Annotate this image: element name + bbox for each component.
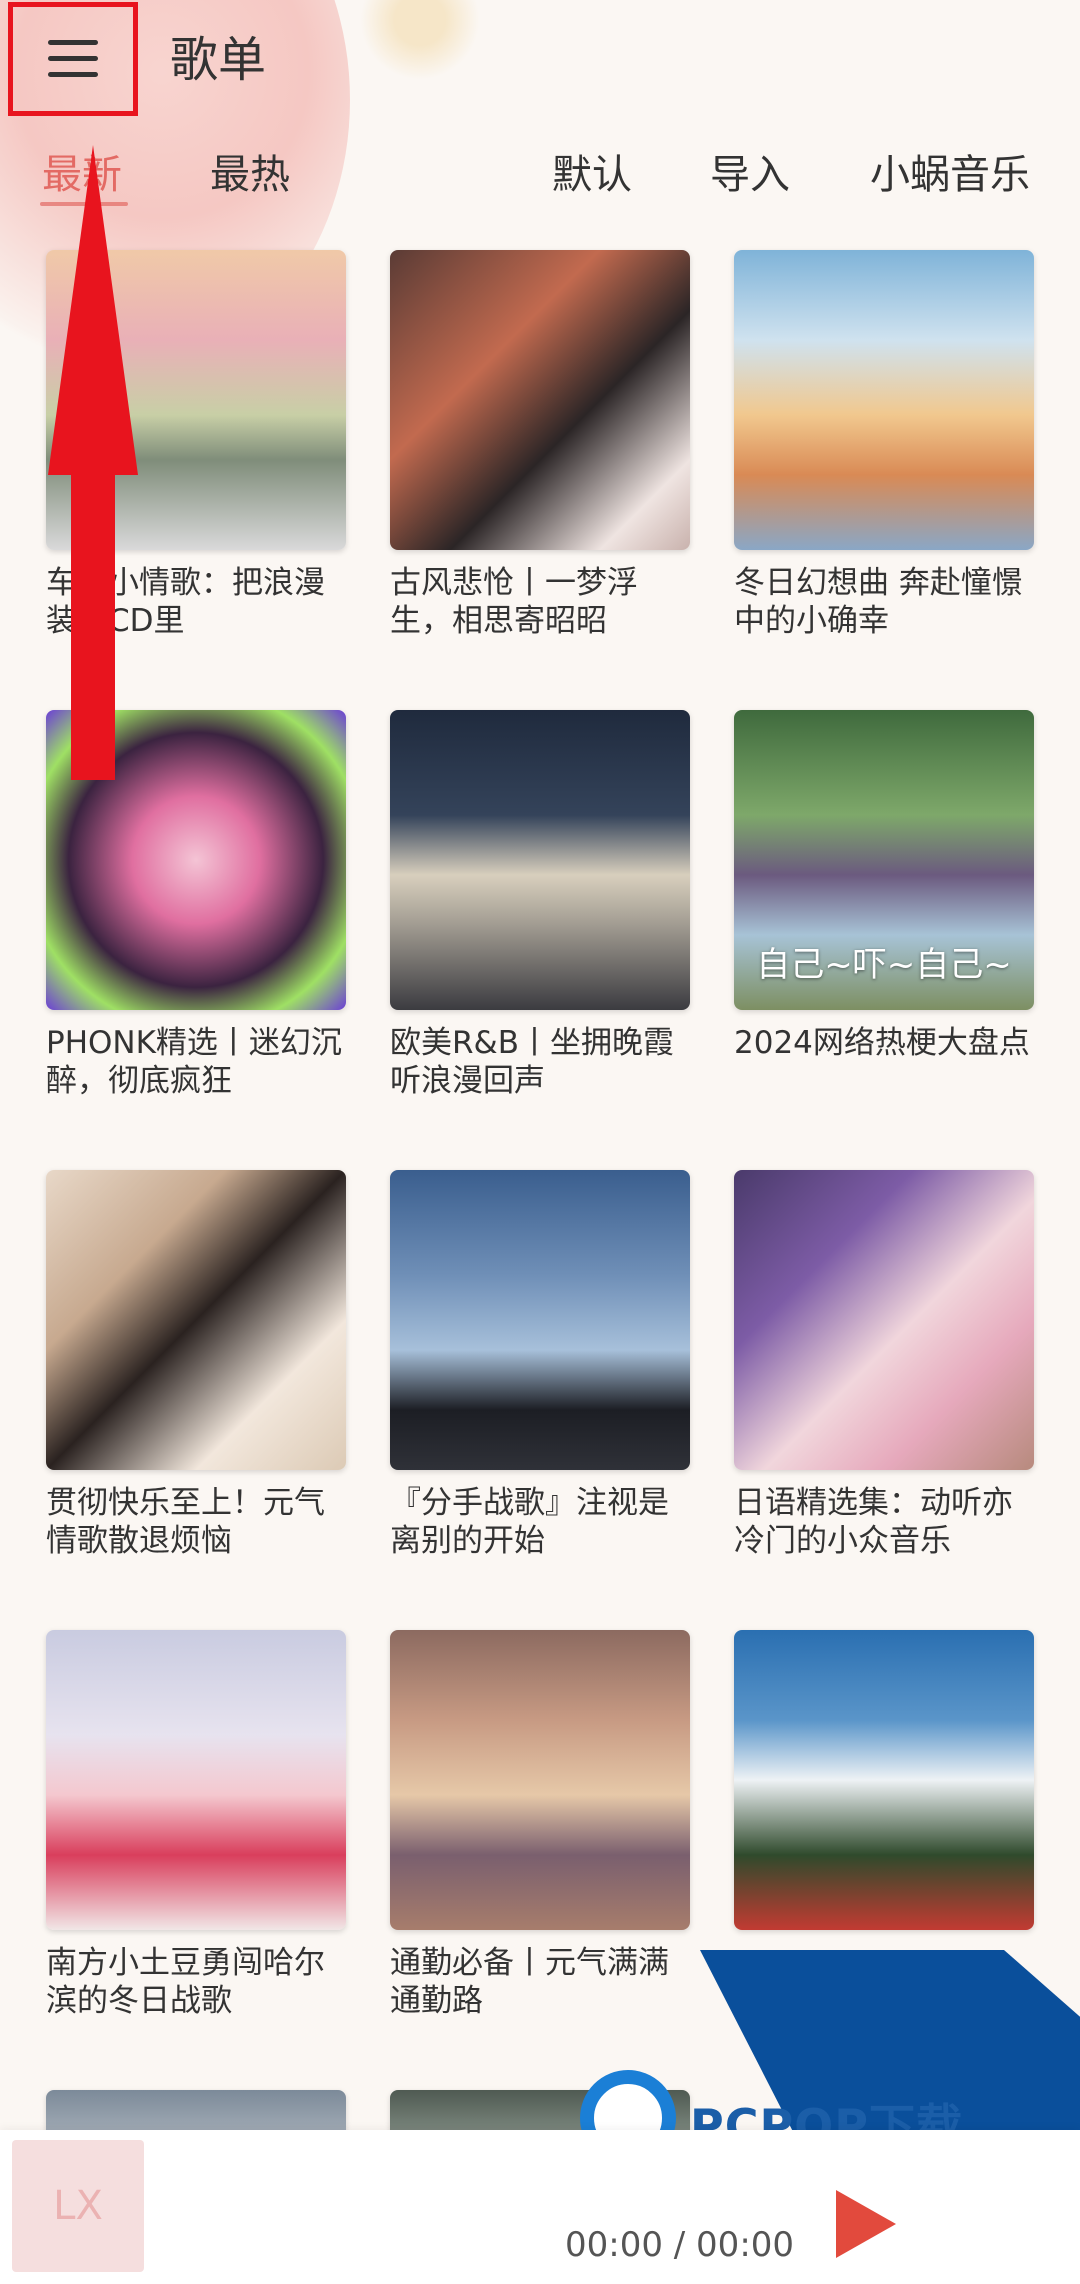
- playlist-title: 『分手战歌』注视是离别的开始: [390, 1485, 669, 1559]
- playlist-title: 日语精选集：动听亦冷门的小众音乐: [734, 1485, 1013, 1559]
- playlist-cover: [46, 1630, 346, 1930]
- cover-caption: 自己~吓~自己~: [756, 945, 1012, 985]
- playlist-cover: [734, 250, 1034, 550]
- playlist-card[interactable]: 通勤必备丨元气满满通勤路: [390, 1630, 690, 2020]
- playlist-title: 通勤必备丨元气满满通勤路: [390, 1945, 669, 2019]
- playlist-title: 冬日幻想曲 奔赴憧憬中的小确幸: [734, 565, 1023, 639]
- page-title: 歌单: [170, 32, 267, 88]
- playlist-card[interactable]: 古风悲怆丨一梦浮生，相思寄昭昭: [390, 250, 690, 640]
- playlist-title: 2024网络热梗大盘点: [734, 1025, 1030, 1061]
- source-selector[interactable]: 小蜗音乐: [870, 142, 1030, 200]
- playlist-card[interactable]: 自己~吓~自己~ 2024网络热梗大盘点: [734, 710, 1034, 1062]
- playlist-cover: [390, 1170, 690, 1470]
- playlist-cover: [390, 250, 690, 550]
- sort-default-button[interactable]: 默认: [552, 142, 632, 200]
- playlist-title: PHONK精选丨迷幻沉醉，彻底疯狂: [46, 1025, 342, 1099]
- playlist-card[interactable]: 冬日幻想曲 奔赴憧憬中的小确幸: [734, 250, 1034, 640]
- playlist-cover: [734, 1630, 1034, 1930]
- playlist-title: 欧美R&B丨坐拥晚霞听浪漫回声: [390, 1025, 674, 1099]
- playlist-title: 南方小土豆勇闯哈尔滨的冬日战歌: [46, 1945, 325, 2019]
- playlist-card[interactable]: 日语精选集：动听亦冷门的小众音乐: [734, 1170, 1034, 1560]
- header: 歌单: [0, 0, 1080, 125]
- tab-hottest[interactable]: 最热: [210, 142, 290, 200]
- playback-time: 00:00 / 00:00: [565, 2225, 795, 2265]
- playlist-card[interactable]: [734, 1630, 1034, 1944]
- playlist-card[interactable]: 欧美R&B丨坐拥晚霞听浪漫回声: [390, 710, 690, 1100]
- player-cover[interactable]: LX: [12, 2140, 144, 2272]
- menu-button[interactable]: [8, 2, 138, 116]
- playlist-cover: [46, 1170, 346, 1470]
- playlist-cover: [390, 1630, 690, 1930]
- playlist-cover: [390, 710, 690, 1010]
- play-triangle-icon[interactable]: [836, 2190, 896, 2258]
- import-button[interactable]: 导入: [710, 142, 790, 200]
- mini-player: LX 00:00 / 00:00: [0, 2130, 1080, 2284]
- tab-bar: 最新 最热 默认 导入 小蜗音乐: [0, 130, 1080, 210]
- playlist-card[interactable]: 南方小土豆勇闯哈尔滨的冬日战歌: [46, 1630, 346, 2020]
- playlist-title: 贯彻快乐至上！元气情歌散退烦恼: [46, 1485, 325, 1559]
- playlist-cover: 自己~吓~自己~: [734, 710, 1034, 1010]
- hamburger-menu-icon: [48, 40, 98, 78]
- playlist-card[interactable]: 贯彻快乐至上！元气情歌散退烦恼: [46, 1170, 346, 1560]
- annotation-arrow: [48, 145, 138, 780]
- playlist-card[interactable]: 『分手战歌』注视是离别的开始: [390, 1170, 690, 1560]
- playlist-cover: [734, 1170, 1034, 1470]
- playlist-title: 古风悲怆丨一梦浮生，相思寄昭昭: [390, 565, 638, 639]
